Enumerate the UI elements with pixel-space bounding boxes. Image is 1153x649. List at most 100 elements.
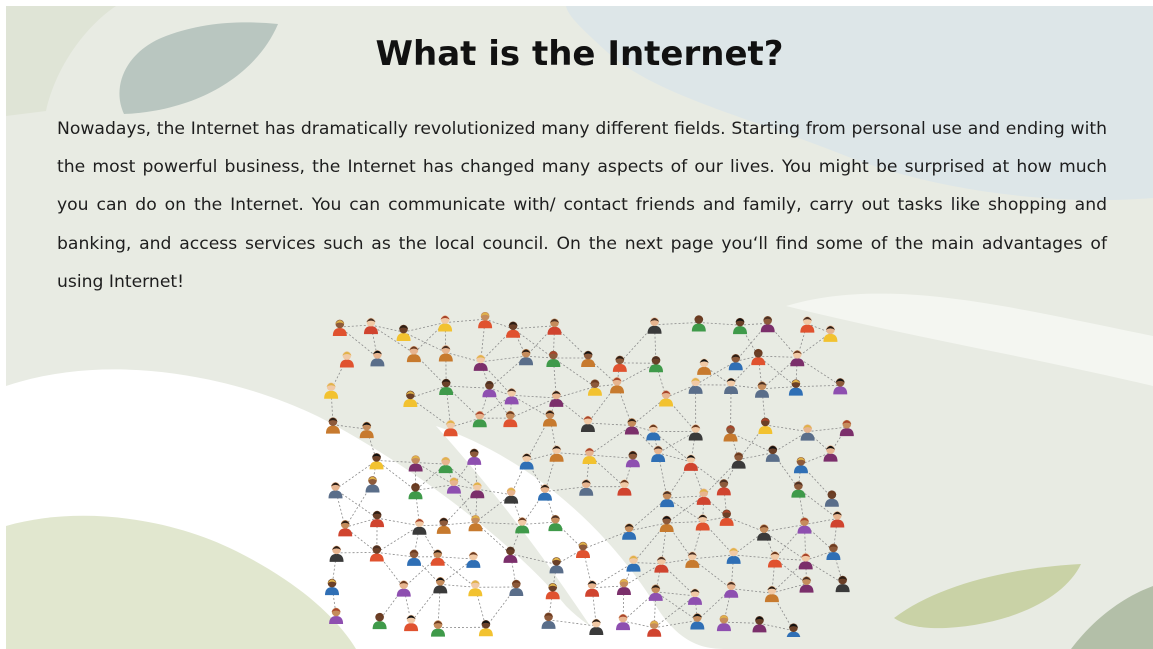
person-avatar-icon — [835, 575, 850, 593]
person-avatar-icon — [519, 453, 534, 470]
person-avatar-icon — [365, 476, 380, 493]
person-avatar-icon — [338, 520, 353, 537]
person-avatar-icon — [547, 318, 562, 335]
person-avatar-icon — [589, 618, 604, 636]
person-avatar-icon — [582, 447, 597, 465]
network-connection-line — [655, 591, 696, 597]
slide-title: What is the Internet? — [375, 34, 784, 74]
person-avatar-icon — [467, 448, 482, 465]
person-avatar-icon — [760, 315, 775, 333]
network-connection-line — [376, 525, 420, 553]
network-connection-line — [440, 583, 476, 588]
person-avatar-icon — [332, 319, 347, 336]
person-avatar-icon — [823, 325, 838, 342]
person-avatar-icon — [549, 445, 564, 462]
person-avatar-icon — [509, 579, 524, 596]
network-connection-line — [511, 394, 557, 399]
network-connection-line — [526, 355, 554, 359]
network-connection-line — [758, 355, 798, 358]
network-connection-line — [698, 322, 741, 326]
person-avatar-icon — [472, 410, 487, 428]
person-avatar-icon — [359, 421, 374, 439]
person-avatar-icon — [407, 549, 422, 566]
person-avatar-icon — [660, 490, 675, 508]
person-avatar-icon — [515, 517, 530, 534]
person-avatar-icon — [799, 576, 814, 593]
person-avatar-icon — [691, 315, 706, 332]
person-avatar-icon — [688, 424, 703, 441]
person-avatar-icon — [404, 614, 419, 632]
person-avatar-icon — [339, 351, 354, 368]
network-connection-line — [511, 394, 551, 418]
network-connection-line — [446, 385, 490, 389]
person-avatar-icon — [751, 348, 766, 366]
network-connection-line — [807, 426, 847, 433]
network-connection-line — [589, 425, 633, 456]
person-avatar-icon — [473, 354, 488, 371]
person-avatar-icon — [688, 377, 703, 394]
person-avatar-icon — [545, 582, 560, 600]
person-avatar-icon — [580, 415, 595, 433]
person-avatar-icon — [688, 588, 703, 605]
person-avatar-icon — [585, 580, 600, 597]
network-connection-line — [415, 462, 446, 465]
person-avatar-icon — [408, 455, 423, 472]
person-avatar-icon — [624, 418, 639, 435]
network-connection-line — [740, 322, 768, 326]
person-avatar-icon — [548, 514, 563, 532]
person-avatar-icon — [757, 524, 772, 541]
person-avatar-icon — [369, 453, 384, 470]
network-connection-line — [589, 454, 633, 459]
network-connection-line — [633, 562, 662, 565]
person-avatar-icon — [716, 479, 731, 496]
network-connection-line — [582, 530, 630, 550]
person-avatar-icon — [468, 514, 483, 532]
network-connection-line — [692, 554, 734, 560]
person-avatar-icon — [767, 551, 782, 568]
network-connection-line — [655, 591, 698, 621]
person-avatar-icon — [793, 457, 808, 474]
person-avatar-icon — [546, 350, 561, 368]
network-connection-line — [795, 384, 841, 388]
person-avatar-icon — [697, 358, 712, 375]
person-avatar-icon — [683, 454, 698, 471]
person-avatar-icon — [646, 424, 661, 441]
person-avatar-icon — [482, 380, 497, 398]
person-avatar-icon — [788, 379, 803, 396]
person-avatar-icon — [651, 445, 666, 462]
network-connection-line — [797, 356, 841, 386]
person-avatar-icon — [436, 517, 451, 534]
person-avatar-icon — [616, 578, 631, 596]
network-connection-line — [761, 386, 796, 390]
person-avatar-icon — [800, 424, 815, 441]
person-avatar-icon — [468, 579, 483, 597]
person-avatar-icon — [503, 410, 518, 428]
network-connection-line — [733, 554, 775, 559]
person-avatar-icon — [798, 553, 813, 570]
network-connection-line — [730, 432, 773, 454]
person-avatar-icon — [403, 390, 418, 407]
person-avatar-icon — [325, 578, 340, 596]
slide-body-text: Nowadays, the Internet has dramatically … — [57, 119, 1107, 292]
person-avatar-icon — [696, 488, 711, 505]
person-avatar-icon — [731, 452, 746, 469]
person-avatar-icon — [625, 450, 640, 468]
person-avatar-icon — [654, 556, 669, 573]
person-avatar-icon — [412, 518, 427, 535]
person-avatar-icon — [438, 345, 453, 362]
person-avatar-icon — [438, 456, 453, 474]
slide-canvas: What is the Internet? Nowadays, the Inte… — [6, 6, 1153, 649]
person-avatar-icon — [408, 482, 423, 500]
network-connection-line — [548, 619, 597, 627]
person-avatar-icon — [328, 482, 343, 499]
person-avatar-icon — [833, 378, 848, 395]
person-avatar-icon — [542, 410, 557, 427]
person-avatar-icon — [431, 620, 446, 637]
person-avatar-icon — [549, 557, 564, 574]
person-avatar-icon — [433, 577, 448, 594]
person-avatar-icon — [587, 379, 602, 396]
person-avatar-icon — [824, 490, 839, 507]
person-avatar-icon — [466, 551, 481, 568]
network-connection-line — [556, 452, 590, 456]
person-avatar-icon — [733, 317, 748, 335]
